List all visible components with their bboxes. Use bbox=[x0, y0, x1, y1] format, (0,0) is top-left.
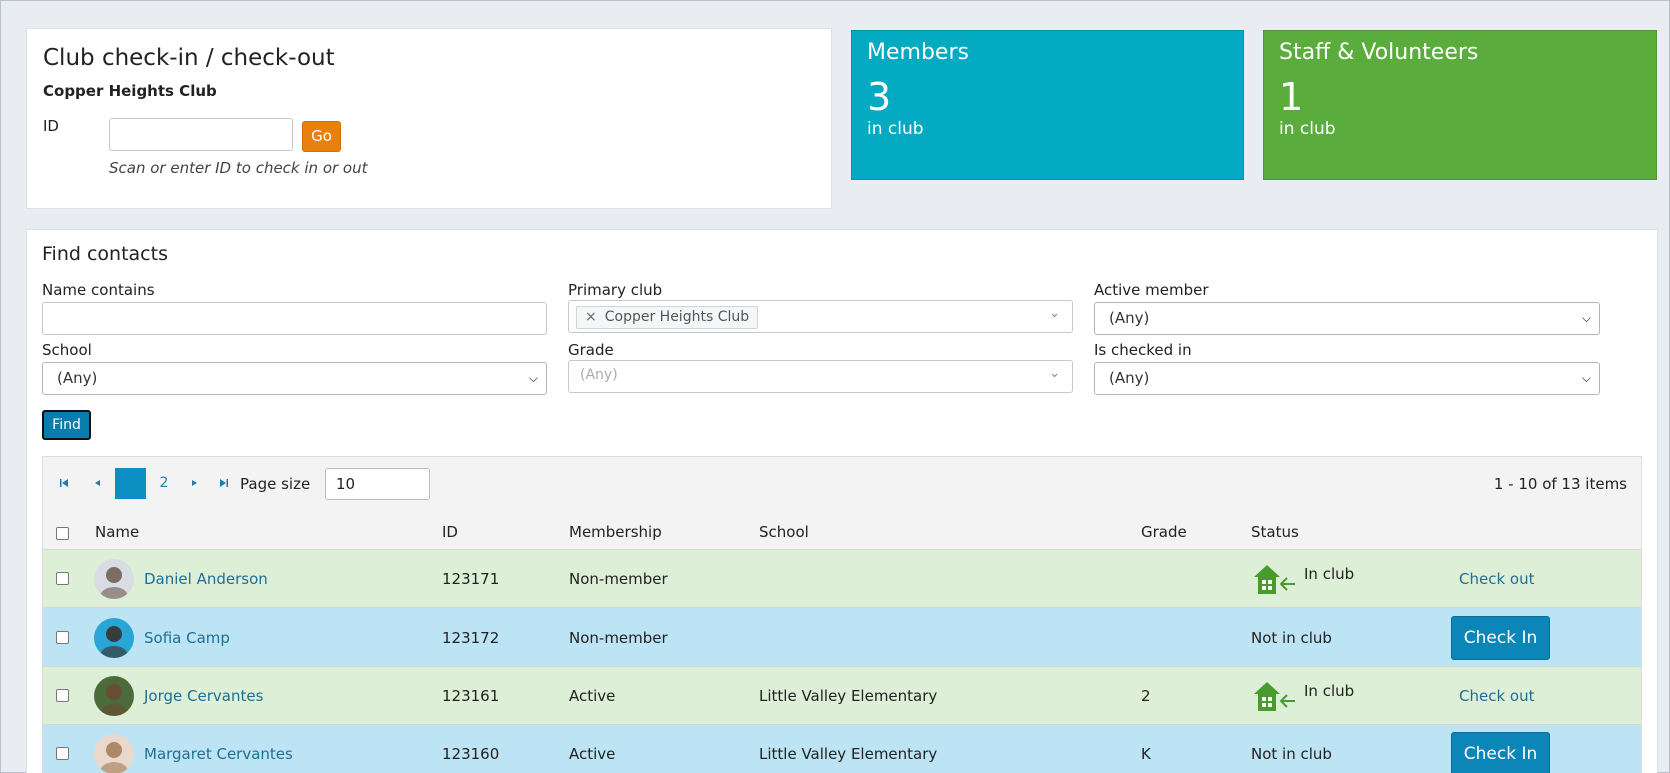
page-size-input[interactable]: 10 bbox=[325, 468, 430, 500]
row-checkbox[interactable] bbox=[56, 747, 69, 760]
page-1-button[interactable]: 1 bbox=[115, 468, 146, 499]
chevron-down-icon: ⌵ bbox=[1581, 371, 1591, 385]
check-out-link[interactable]: Check out bbox=[1459, 570, 1534, 588]
column-header-name[interactable]: Name bbox=[95, 523, 139, 541]
name-contains-input[interactable] bbox=[42, 302, 547, 335]
grade-value: 2 bbox=[1141, 687, 1151, 705]
id-hint: Scan or enter ID to check in or out bbox=[109, 159, 368, 177]
grade-multiselect[interactable]: (Any) ⌄ bbox=[568, 360, 1073, 393]
membership-status: Active bbox=[569, 745, 616, 763]
first-page-icon[interactable] bbox=[51, 468, 77, 499]
id-label: ID bbox=[43, 117, 59, 135]
membership-status: Non-member bbox=[569, 570, 668, 588]
chevron-down-icon: ⌵ bbox=[528, 371, 538, 385]
is-checked-in-value: (Any) bbox=[1109, 369, 1150, 387]
row-checkbox[interactable] bbox=[56, 572, 69, 585]
column-header-status[interactable]: Status bbox=[1251, 523, 1299, 541]
chevron-down-icon: ⌵ bbox=[1581, 311, 1591, 325]
next-page-icon[interactable] bbox=[181, 468, 207, 499]
grade-label: Grade bbox=[568, 341, 614, 359]
is-checked-in-select[interactable]: (Any) ⌵ bbox=[1094, 362, 1600, 395]
staff-stat-card: Staff & Volunteers 1 in club bbox=[1263, 30, 1657, 180]
school-value: (Any) bbox=[57, 369, 98, 387]
avatar bbox=[94, 618, 134, 658]
grade-value: K bbox=[1141, 745, 1151, 763]
column-header-id[interactable]: ID bbox=[442, 523, 458, 541]
contact-name-link[interactable]: Sofia Camp bbox=[144, 629, 230, 647]
page-title: Club check-in / check-out bbox=[43, 45, 335, 71]
select-all-checkbox[interactable] bbox=[56, 527, 69, 540]
primary-club-label: Primary club bbox=[568, 281, 663, 299]
row-checkbox[interactable] bbox=[56, 631, 69, 644]
column-header-grade[interactable]: Grade bbox=[1141, 523, 1187, 541]
club-tag-label: Copper Heights Club bbox=[604, 309, 750, 325]
members-stat-count: 3 bbox=[867, 75, 892, 119]
contact-id: 123172 bbox=[442, 629, 500, 647]
page-2-button[interactable]: 2 bbox=[151, 468, 177, 499]
column-header-membership[interactable]: Membership bbox=[569, 523, 662, 541]
primary-club-multiselect[interactable]: × Copper Heights Club ⌄ bbox=[568, 300, 1073, 333]
status-text: In club bbox=[1304, 565, 1355, 583]
find-contacts-title: Find contacts bbox=[42, 243, 168, 265]
contact-name-link[interactable]: Jorge Cervantes bbox=[144, 687, 263, 705]
avatar bbox=[94, 559, 134, 599]
active-member-value: (Any) bbox=[1109, 309, 1150, 327]
table-row: Jorge Cervantes 123161 Active Little Valley… bbox=[43, 666, 1641, 724]
staff-stat-count: 1 bbox=[1279, 75, 1304, 119]
contact-id: 123171 bbox=[442, 570, 500, 588]
members-stat-title: Members bbox=[867, 40, 969, 65]
contact-name-link[interactable]: Margaret Cervantes bbox=[144, 745, 293, 763]
check-in-button[interactable]: Check In bbox=[1451, 732, 1550, 773]
prev-page-icon[interactable] bbox=[85, 468, 111, 499]
table-row: Daniel Anderson 123171 Non-member In club Ch… bbox=[43, 549, 1641, 607]
avatar bbox=[94, 676, 134, 716]
find-button[interactable]: Find bbox=[42, 410, 91, 440]
chevron-down-icon[interactable]: ⌄ bbox=[1049, 366, 1060, 381]
members-stat-sub: in club bbox=[867, 119, 924, 139]
school-name: Little Valley Elementary bbox=[759, 687, 938, 705]
grade-placeholder: (Any) bbox=[580, 367, 618, 383]
row-checkbox[interactable] bbox=[56, 689, 69, 702]
items-summary: 1 - 10 of 13 items bbox=[1493, 475, 1627, 493]
column-header-school[interactable]: School bbox=[759, 523, 809, 541]
pager: 1 2 Page size 10 1 - 10 of 13 items bbox=[43, 457, 1641, 514]
school-label: School bbox=[42, 341, 92, 359]
contacts-grid: 1 2 Page size 10 1 - 10 of 13 items Name… bbox=[42, 456, 1642, 773]
check-out-link[interactable]: Check out bbox=[1459, 687, 1534, 705]
table-row: Sofia Camp 123172 Non-member Not in club Che… bbox=[43, 607, 1641, 666]
in-club-house-icon bbox=[1254, 682, 1295, 711]
checkin-panel: Club check-in / check-out Copper Heights… bbox=[26, 28, 832, 209]
go-button[interactable]: Go bbox=[302, 121, 341, 152]
find-contacts-panel: Find contacts Name contains Primary club… bbox=[26, 229, 1658, 773]
check-in-button[interactable]: Check In bbox=[1451, 616, 1550, 660]
status-text: Not in club bbox=[1251, 629, 1332, 647]
avatar bbox=[94, 734, 134, 773]
membership-status: Active bbox=[569, 687, 616, 705]
contact-id: 123161 bbox=[442, 687, 500, 705]
table-row: Margaret Cervantes 123160 Active Little Val… bbox=[43, 724, 1641, 773]
last-page-icon[interactable] bbox=[211, 468, 237, 499]
contact-id: 123160 bbox=[442, 745, 500, 763]
school-select[interactable]: (Any) ⌵ bbox=[42, 362, 547, 395]
chevron-down-icon[interactable]: ⌄ bbox=[1049, 306, 1060, 321]
contact-name-link[interactable]: Daniel Anderson bbox=[144, 570, 268, 588]
status-text: In club bbox=[1304, 682, 1355, 700]
in-club-house-icon bbox=[1254, 565, 1295, 594]
membership-status: Non-member bbox=[569, 629, 668, 647]
page-size-label: Page size bbox=[240, 475, 311, 493]
remove-tag-icon[interactable]: × bbox=[585, 309, 597, 325]
name-contains-label: Name contains bbox=[42, 281, 155, 299]
staff-stat-title: Staff & Volunteers bbox=[1279, 40, 1479, 65]
active-member-label: Active member bbox=[1094, 281, 1209, 299]
club-name: Copper Heights Club bbox=[43, 82, 217, 100]
active-member-select[interactable]: (Any) ⌵ bbox=[1094, 302, 1600, 335]
id-input[interactable] bbox=[109, 118, 293, 151]
staff-stat-sub: in club bbox=[1279, 119, 1336, 139]
school-name: Little Valley Elementary bbox=[759, 745, 938, 763]
is-checked-in-label: Is checked in bbox=[1094, 341, 1192, 359]
grid-header: Name ID Membership School Grade Status bbox=[43, 514, 1641, 549]
status-text: Not in club bbox=[1251, 745, 1332, 763]
club-tag: × Copper Heights Club bbox=[576, 306, 759, 329]
members-stat-card: Members 3 in club bbox=[851, 30, 1244, 180]
